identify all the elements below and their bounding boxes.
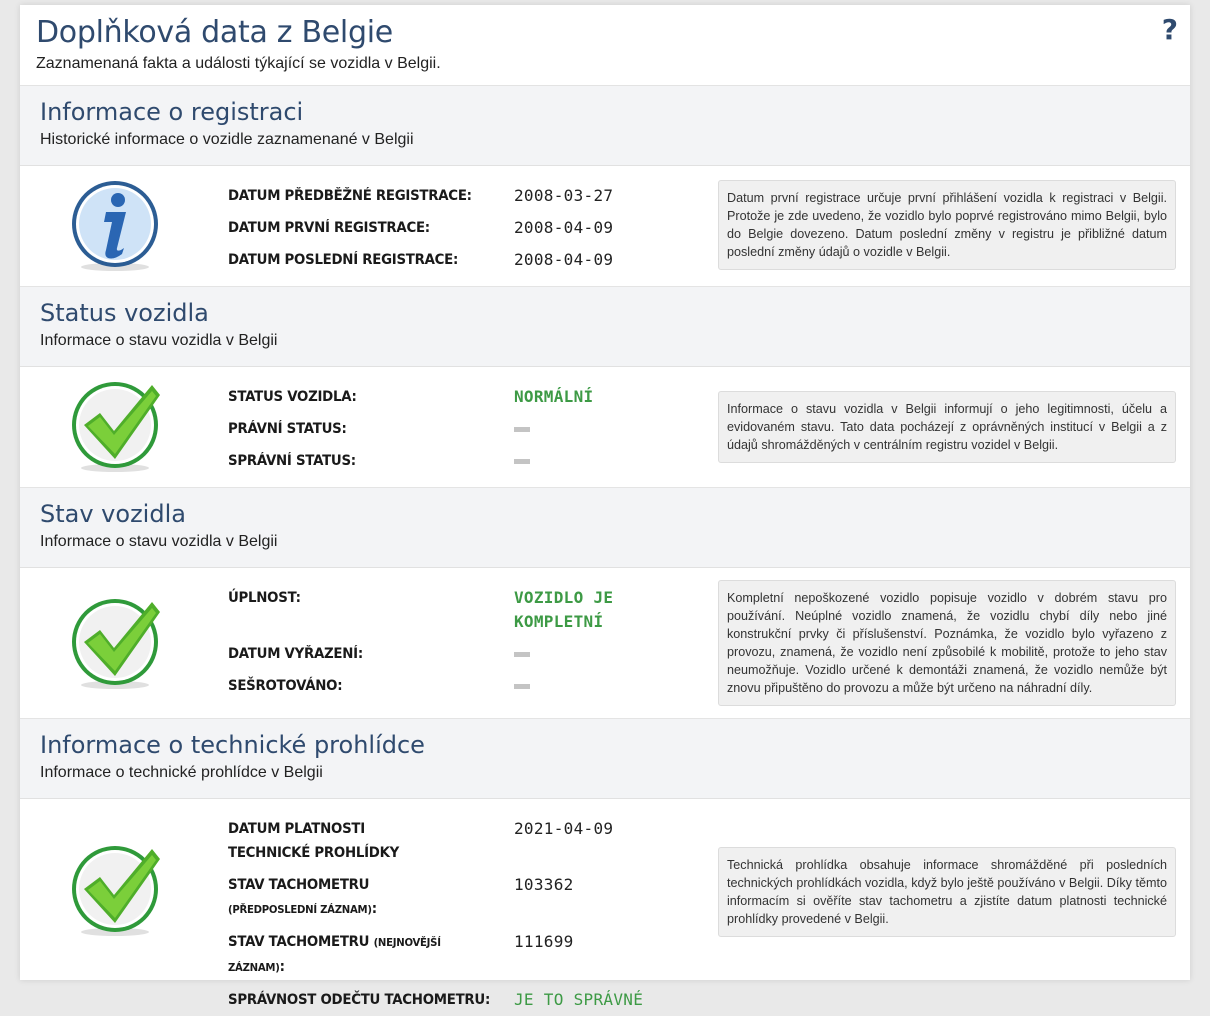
page-title: Doplňková data z Belgie bbox=[36, 15, 393, 50]
field-row: SPRÁVNÍ STATUS: bbox=[228, 445, 698, 477]
field-label: DATUM VYŘAZENÍ: bbox=[228, 646, 363, 662]
field-row: DATUM VYŘAZENÍ: bbox=[228, 638, 698, 670]
field-label: SPRÁVNOST ODEČTU TACHOMETRU: bbox=[228, 992, 491, 1008]
section-title: Informace o technické prohlídce bbox=[40, 731, 425, 759]
section-header-registration: Informace o registraci Historické inform… bbox=[20, 86, 1190, 166]
checkmark-icon bbox=[72, 599, 160, 689]
section-header-condition: Stav vozidla Informace o stavu vozidla v… bbox=[20, 488, 1190, 568]
checkmark-icon bbox=[72, 846, 160, 936]
field-list: DATUM PŘEDBĚŽNÉ REGISTRACE: 2008-03-27 D… bbox=[228, 180, 698, 276]
field-row: PRÁVNÍ STATUS: bbox=[228, 413, 698, 445]
section-subtitle: Informace o stavu vozidla v Belgii bbox=[40, 533, 278, 550]
field-label: STATUS VOZIDLA: bbox=[228, 389, 357, 405]
field-value: 2008-04-09 bbox=[514, 250, 614, 269]
field-label-note: (PŘEDPOSLEDNÍ ZÁZNAM) bbox=[228, 903, 372, 916]
vehicle-report-card: Doplňková data z Belgie Zaznamenaná fakt… bbox=[20, 5, 1190, 1009]
section-body-inspection: DATUM PLATNOSTI TECHNICKÉ PROHLÍDKY 2021… bbox=[20, 799, 1190, 1009]
section-body-condition: ÚPLNOST: VOZIDLO JE KOMPLETNÍ DATUM VYŘA… bbox=[20, 568, 1190, 719]
info-box: Technická prohlídka obsahuje informace s… bbox=[718, 847, 1176, 937]
field-label-suffix: : bbox=[279, 959, 285, 975]
field-value: 2008-04-09 bbox=[514, 218, 614, 237]
field-list: ÚPLNOST: VOZIDLO JE KOMPLETNÍ DATUM VYŘA… bbox=[228, 582, 698, 702]
field-value: 103362 bbox=[514, 875, 574, 894]
section-title: Stav vozidla bbox=[40, 500, 186, 528]
field-value: JE TO SPRÁVNÉ bbox=[514, 990, 644, 1009]
empty-value-dash bbox=[514, 642, 698, 666]
field-value: VOZIDLO JE KOMPLETNÍ bbox=[514, 588, 614, 631]
field-row: ÚPLNOST: VOZIDLO JE KOMPLETNÍ bbox=[228, 582, 698, 638]
field-label-text: STAV TACHOMETRU bbox=[228, 934, 370, 950]
field-label: DATUM PŘEDBĚŽNÉ REGISTRACE: bbox=[228, 188, 472, 204]
section-body-registration: DATUM PŘEDBĚŽNÉ REGISTRACE: 2008-03-27 D… bbox=[20, 166, 1190, 287]
section-body-status: STATUS VOZIDLA: NORMÁLNÍ PRÁVNÍ STATUS: … bbox=[20, 367, 1190, 488]
section-header-status: Status vozidla Informace o stavu vozidla… bbox=[20, 287, 1190, 367]
field-label-suffix: : bbox=[371, 901, 377, 917]
section-subtitle: Informace o stavu vozidla v Belgii bbox=[40, 332, 278, 349]
info-box: Informace o stavu vozidla v Belgii infor… bbox=[718, 391, 1176, 463]
checkmark-icon bbox=[72, 382, 160, 472]
field-row: DATUM PŘEDBĚŽNÉ REGISTRACE: 2008-03-27 bbox=[228, 180, 698, 212]
info-box: Datum první registrace určuje první přih… bbox=[718, 180, 1176, 270]
empty-value-dash bbox=[514, 674, 698, 698]
field-value: 2021-04-09 bbox=[514, 819, 614, 838]
field-label: DATUM POSLEDNÍ REGISTRACE: bbox=[228, 252, 459, 268]
field-label: ÚPLNOST: bbox=[228, 590, 301, 606]
info-icon bbox=[72, 181, 158, 271]
field-label: DATUM PRVNÍ REGISTRACE: bbox=[228, 220, 430, 236]
section-title: Status vozidla bbox=[40, 299, 209, 327]
field-row: DATUM PRVNÍ REGISTRACE: 2008-04-09 bbox=[228, 212, 698, 244]
section-subtitle: Informace o technické prohlídce v Belgii bbox=[40, 764, 323, 781]
page-subtitle: Zaznamenaná fakta a události týkající se… bbox=[36, 55, 441, 72]
field-value: 111699 bbox=[514, 932, 574, 951]
section-header-inspection: Informace o technické prohlídce Informac… bbox=[20, 719, 1190, 799]
field-list: STATUS VOZIDLA: NORMÁLNÍ PRÁVNÍ STATUS: … bbox=[228, 381, 698, 477]
field-label-text: STAV TACHOMETRU bbox=[228, 877, 370, 893]
field-row: STAV TACHOMETRU (PŘEDPOSLEDNÍ ZÁZNAM): 1… bbox=[228, 869, 698, 926]
field-label: STAV TACHOMETRU (PŘEDPOSLEDNÍ ZÁZNAM): bbox=[228, 873, 449, 922]
info-box: Kompletní nepoškozené vozidlo popisuje v… bbox=[718, 580, 1176, 706]
empty-value-dash bbox=[514, 417, 698, 441]
field-label: STAV TACHOMETRU (NEJNOVĚJŠÍ ZÁZNAM): bbox=[228, 930, 491, 980]
field-row: SPRÁVNOST ODEČTU TACHOMETRU: JE TO SPRÁV… bbox=[228, 984, 698, 1016]
field-row: STATUS VOZIDLA: NORMÁLNÍ bbox=[228, 381, 698, 413]
field-value: 2008-03-27 bbox=[514, 186, 614, 205]
field-row: DATUM POSLEDNÍ REGISTRACE: 2008-04-09 bbox=[228, 244, 698, 276]
field-label: DATUM PLATNOSTI TECHNICKÉ PROHLÍDKY bbox=[228, 821, 400, 861]
page-header: Doplňková data z Belgie Zaznamenaná fakt… bbox=[20, 5, 1190, 86]
empty-value-dash bbox=[514, 449, 698, 473]
section-subtitle: Historické informace o vozidle zaznamena… bbox=[40, 131, 414, 148]
field-row: STAV TACHOMETRU (NEJNOVĚJŠÍ ZÁZNAM): 111… bbox=[228, 926, 698, 984]
field-value: NORMÁLNÍ bbox=[514, 387, 594, 406]
section-title: Informace o registraci bbox=[40, 98, 304, 126]
field-row: DATUM PLATNOSTI TECHNICKÉ PROHLÍDKY 2021… bbox=[228, 813, 698, 869]
field-list: DATUM PLATNOSTI TECHNICKÉ PROHLÍDKY 2021… bbox=[228, 813, 698, 1016]
help-icon[interactable]: ? bbox=[1162, 13, 1178, 46]
field-label: SEŠROTOVÁNO: bbox=[228, 678, 343, 694]
field-row: SEŠROTOVÁNO: bbox=[228, 670, 698, 702]
field-label: SPRÁVNÍ STATUS: bbox=[228, 453, 356, 469]
field-label: PRÁVNÍ STATUS: bbox=[228, 421, 347, 437]
